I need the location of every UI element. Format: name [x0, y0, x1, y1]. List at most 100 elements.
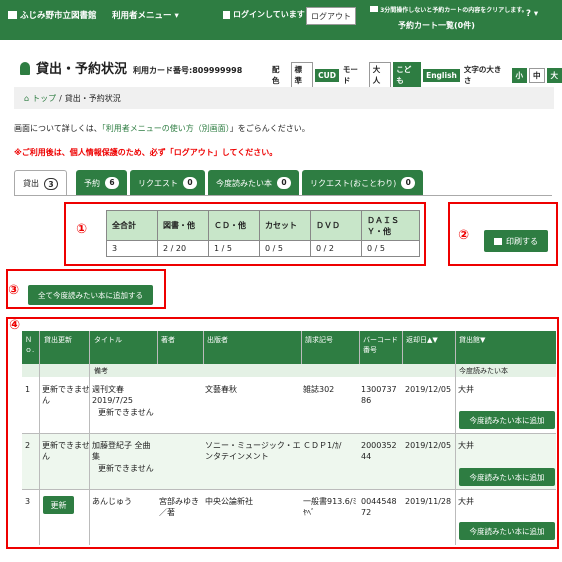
col-due[interactable]: 返却日▲▼: [406, 335, 438, 345]
add-to-want-list-button[interactable]: 今度読みたい本に追加: [459, 468, 555, 486]
row-title[interactable]: 加藤登紀子 全曲集: [92, 440, 158, 462]
user-menu-dropdown[interactable]: 利用者メニュー ▾: [112, 9, 179, 21]
tab-want-to-read[interactable]: 今度読みたい本 0: [208, 170, 299, 196]
tab-loans-label: 貸出: [23, 179, 39, 188]
tab-reservations-count: 6: [105, 177, 119, 189]
row-branch: 大井: [458, 385, 474, 394]
tab-loans-count: 3: [44, 177, 58, 190]
row-callno: ＣＤＰ1/ｶ/: [303, 441, 342, 450]
col-publisher[interactable]: 出版者: [207, 335, 228, 345]
row-no: 1: [25, 385, 31, 394]
annotation-marker-1: ①: [76, 222, 88, 237]
logout-warning: ※ご利用後は、個人情報保護のため、必ず「ログアウト」してください。: [14, 148, 278, 157]
font-size-medium-button[interactable]: 中: [529, 67, 545, 83]
add-to-want-list-button[interactable]: 今度読みたい本に追加: [459, 522, 555, 540]
reservation-cart-link[interactable]: 予約カート一覧(0件): [398, 20, 475, 31]
summary-value-row: 3 2 / 20 1 / 5 0 / 5 0 / 2 0 / 5: [106, 240, 420, 257]
col-branch[interactable]: 貸出館▼: [459, 335, 485, 345]
summary-header-cd: ＣＤ・他: [208, 210, 260, 241]
table-row: 2 更新できません 加藤登紀子 全曲集 ソニー・ミュージック・エンタテインメント…: [22, 434, 556, 489]
breadcrumb-home[interactable]: トップ: [32, 93, 56, 104]
summary-header-daisy: ＤＡＩＳＹ・他: [361, 210, 420, 241]
breadcrumb-home-icon: ⌂: [24, 93, 30, 103]
mode-adult-button[interactable]: 大人: [368, 62, 392, 88]
font-size-label: 文字の大きさ: [463, 65, 502, 85]
row-barcode: 0044548 72: [361, 497, 397, 517]
help-info-prefix: 画面について詳しくは、: [14, 124, 102, 133]
page-title: 貸出・予約状況: [36, 62, 128, 77]
summary-dvd: 0 / 2: [310, 240, 362, 257]
row-remark: 更新できません: [98, 408, 154, 417]
grid-line: [39, 331, 40, 545]
row-due: 2019/11/28: [405, 497, 452, 506]
tab-loans[interactable]: 貸出 3: [14, 170, 67, 196]
tab-divider: [14, 195, 552, 196]
summary-header-row: 全合計 図書・他 ＣＤ・他 カセット ＤＶＤ ＤＡＩＳＹ・他: [106, 210, 420, 241]
row-author: 宮部みゆき／著: [159, 497, 199, 517]
user-menu-help-link[interactable]: 「利用者メニューの使い方（別画面）: [102, 124, 230, 133]
tab-requests[interactable]: リクエスト 0: [130, 170, 205, 196]
row-due: 2019/12/05: [405, 441, 452, 450]
color-cud-button[interactable]: CUD: [315, 68, 339, 82]
grid-line: [203, 331, 204, 364]
help-info-suffix: 」をごらんください。: [229, 124, 310, 133]
row-title[interactable]: 週刊文春 2019/7/25: [92, 384, 158, 406]
summary-header-dvd: ＤＶＤ: [310, 210, 362, 241]
font-size-small-button[interactable]: 小: [511, 67, 527, 83]
col-title[interactable]: タイトル: [94, 335, 122, 345]
grid-line: [402, 331, 403, 364]
row-renew-status: 更新できません: [42, 385, 90, 405]
grid-line: [301, 331, 302, 364]
summary-books: 2 / 20: [157, 240, 209, 257]
grid-line: [157, 331, 158, 364]
logout-button[interactable]: ログアウト: [306, 7, 356, 25]
card-number: 利用カード番号:809999998: [133, 66, 243, 75]
home-icon: [8, 11, 17, 19]
row-title[interactable]: あんじゅう: [92, 496, 158, 507]
library-home-link[interactable]: ふじみ野市立図書館: [8, 9, 97, 21]
row-barcode: 1300737 86: [361, 385, 397, 405]
tab-declined-requests-label: リクエスト(おことわり): [310, 178, 397, 188]
row-callno: 雑誌302: [303, 385, 335, 394]
tab-declined-requests-count: 0: [401, 177, 416, 189]
page-title-area: 貸出・予約状況 利用カード番号:809999998: [20, 58, 242, 77]
help-info: 画面について詳しくは、「利用者メニューの使い方（別画面）」をごらんください。: [14, 123, 310, 134]
row-remark: 更新できません: [98, 464, 154, 473]
login-status: ログインしています: [223, 9, 305, 20]
mode-english-button[interactable]: English: [423, 68, 460, 82]
mode-kids-button[interactable]: こども: [393, 62, 422, 88]
row-no: 3: [25, 497, 31, 506]
col-barcode[interactable]: バーコード番号: [363, 335, 401, 355]
font-size-large-button[interactable]: 大: [546, 67, 562, 83]
tab-want-to-read-count: 0: [277, 177, 291, 189]
grid-line: [89, 331, 90, 545]
color-standard-button[interactable]: 標準: [290, 62, 314, 88]
summary-cd: 1 / 5: [208, 240, 260, 257]
print-button[interactable]: 印刷する: [484, 230, 548, 252]
annotation-marker-3: ③: [8, 283, 20, 298]
status-tabs: 貸出 3 予約 6 リクエスト 0 今度読みたい本 0 リクエスト(おことわり)…: [14, 170, 424, 196]
add-all-to-want-list-button[interactable]: 全て今度読みたい本に追加する: [28, 285, 153, 305]
annotation-marker-2: ②: [458, 228, 470, 243]
loan-list-subheader: 備考 今度読みたい本: [22, 364, 556, 377]
col-author[interactable]: 著者: [161, 335, 175, 345]
col-callno[interactable]: 請求記号: [305, 335, 333, 345]
add-to-want-list-button[interactable]: 今度読みたい本に追加: [459, 411, 555, 429]
summary-cassette: 0 / 5: [259, 240, 311, 257]
row-publisher: ソニー・ミュージック・エンタテインメント: [205, 441, 301, 461]
tab-declined-requests[interactable]: リクエスト(おことわり) 0: [302, 170, 424, 196]
row-branch: 大井: [458, 441, 474, 450]
tab-reservations-label: 予約: [84, 178, 100, 188]
lock-icon: [223, 10, 230, 19]
top-nav: ふじみ野市立図書館 利用者メニュー ▾ ログインしています ログアウト 3分間操…: [0, 0, 562, 40]
cart-icon: [370, 6, 378, 12]
tab-reservations[interactable]: 予約 6: [76, 170, 127, 196]
renew-button[interactable]: 更新: [43, 496, 74, 514]
row-callno: 一般書913.6/ﾐﾔﾍﾞ: [303, 497, 357, 517]
loan-list-header: Ｎｏ. 貸出更新 タイトル 著者 出版者 請求記号 バーコード番号 返却日▲▼ …: [22, 331, 556, 364]
col-renew[interactable]: 貸出更新: [44, 335, 72, 345]
breadcrumb: ⌂ トップ / 貸出・予約状況: [14, 87, 554, 109]
row-due: 2019/12/05: [405, 385, 452, 394]
help-menu-dropdown[interactable]: ? ▾: [526, 9, 538, 19]
mode-label: モード: [342, 65, 358, 85]
